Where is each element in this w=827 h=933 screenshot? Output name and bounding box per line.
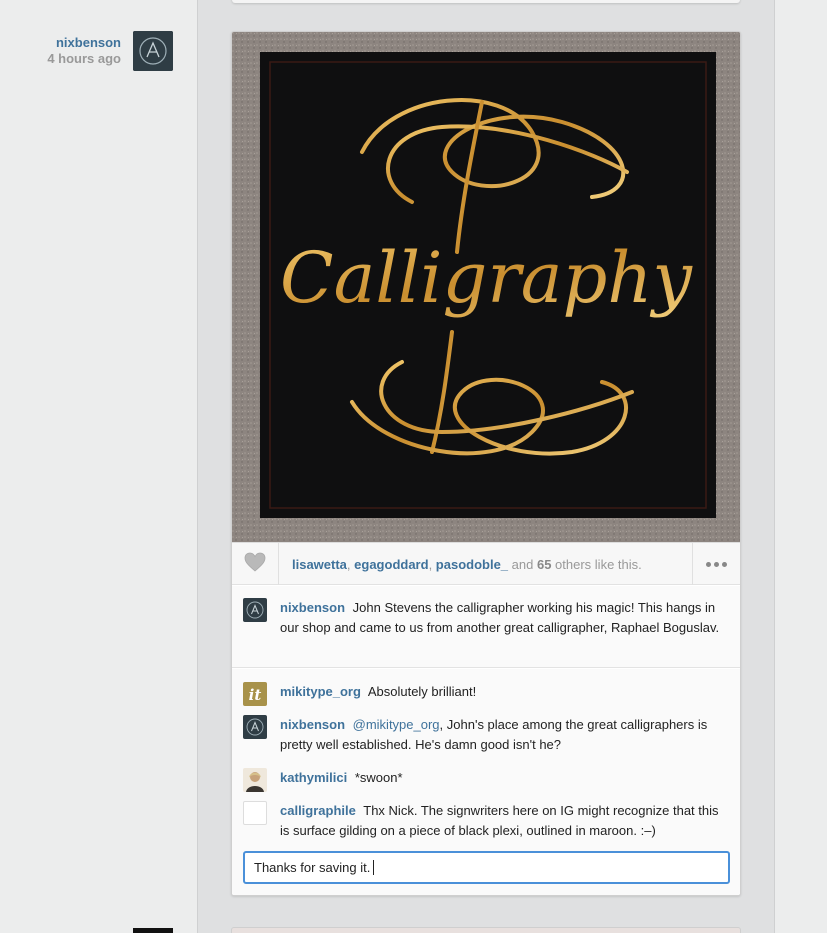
- caption-comment: nixbenson John Stevens the calligrapher …: [243, 598, 733, 638]
- like-button[interactable]: [232, 543, 279, 585]
- comment-author[interactable]: calligraphile: [280, 803, 356, 818]
- post-timestamp: 4 hours ago: [47, 51, 121, 66]
- more-options-button[interactable]: [692, 543, 740, 585]
- svg-text:it: it: [249, 686, 262, 704]
- avatar[interactable]: [243, 801, 267, 825]
- list-item: kathymilici *swoon*: [243, 768, 733, 792]
- avatar[interactable]: [243, 598, 267, 622]
- list-item: nixbenson @mikitype_org, John's place am…: [243, 715, 733, 755]
- list-item: it mikitype_org Absolutely brilliant!: [243, 682, 733, 706]
- likes-count[interactable]: 65: [537, 557, 551, 572]
- comment-text: Absolutely brilliant!: [367, 684, 477, 699]
- avatar[interactable]: [243, 715, 267, 739]
- left-column: nixbenson 4 hours ago: [0, 0, 197, 933]
- liker-link[interactable]: lisawetta: [292, 557, 347, 572]
- comment-author[interactable]: mikitype_org: [280, 684, 361, 699]
- comment-author[interactable]: nixbenson: [280, 600, 345, 615]
- likes-summary: lisawetta, egagoddard, pasodoble_ and 65…: [292, 557, 642, 572]
- next-post-card: [231, 927, 741, 933]
- photo-lettering: Calligraphy: [280, 237, 693, 319]
- likes-bar: lisawetta, egagoddard, pasodoble_ and 65…: [232, 542, 740, 585]
- comment-author[interactable]: kathymilici: [280, 770, 347, 785]
- comment-text: *swoon*: [354, 770, 403, 785]
- post-caption: nixbenson John Stevens the calligrapher …: [232, 586, 740, 668]
- comment-input-value: Thanks for saving it.: [254, 860, 371, 875]
- liker-link[interactable]: egagoddard: [354, 557, 428, 572]
- next-author-avatar[interactable]: [133, 928, 173, 933]
- comment-text: John Stevens the calligrapher working hi…: [280, 600, 720, 635]
- author-name-link[interactable]: nixbenson: [47, 35, 121, 51]
- likes-and-text: and: [508, 557, 537, 572]
- post-photo[interactable]: Calligraphy: [232, 32, 740, 542]
- comment-mention[interactable]: @mikitype_org: [353, 717, 440, 732]
- heart-icon: [244, 552, 266, 577]
- right-column: [775, 0, 827, 933]
- post-card: Calligraphy lisawetta, egagoddard, pasod…: [231, 31, 741, 896]
- list-item: calligraphile Thx Nick. The signwriters …: [243, 801, 733, 841]
- liker-link[interactable]: pasodoble_: [436, 557, 508, 572]
- author-avatar[interactable]: [133, 31, 173, 71]
- liker-separator: ,: [428, 557, 436, 572]
- likes-suffix: others like this.: [551, 557, 642, 572]
- text-caret: [373, 860, 375, 875]
- avatar[interactable]: it: [243, 682, 267, 706]
- comment-input[interactable]: Thanks for saving it.: [243, 851, 730, 884]
- previous-post-card: [232, 0, 740, 3]
- comment-author[interactable]: nixbenson: [280, 717, 345, 732]
- author-block: nixbenson 4 hours ago: [47, 35, 121, 67]
- more-options-icon: [706, 561, 711, 567]
- avatar[interactable]: [243, 768, 267, 792]
